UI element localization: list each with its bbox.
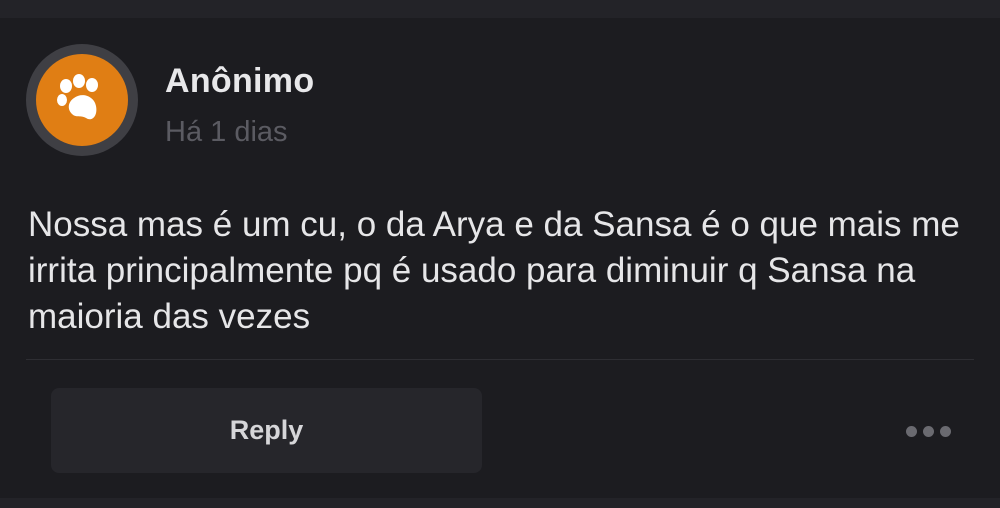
avatar-circle [36,54,128,146]
more-dot [922,425,934,437]
comment-body: Nossa mas é um cu, o da Arya e da Sansa … [28,205,960,336]
more-dot [939,425,951,437]
author-name: Anônimo [165,62,315,100]
more-dots-icon[interactable] [900,418,956,444]
post-timestamp: Há 1 dias [165,116,288,148]
top-bar [0,0,1000,18]
divider [26,359,974,360]
avatar[interactable] [26,44,138,156]
reply-button[interactable]: Reply [51,388,482,473]
reply-button-label: Reply [229,415,304,445]
more-dot [905,425,917,437]
paw-icon [57,74,98,120]
comment-card: Anônimo Há 1 dias Nossa mas é um cu, o d… [0,18,1000,498]
bottom-bar [0,498,1000,508]
